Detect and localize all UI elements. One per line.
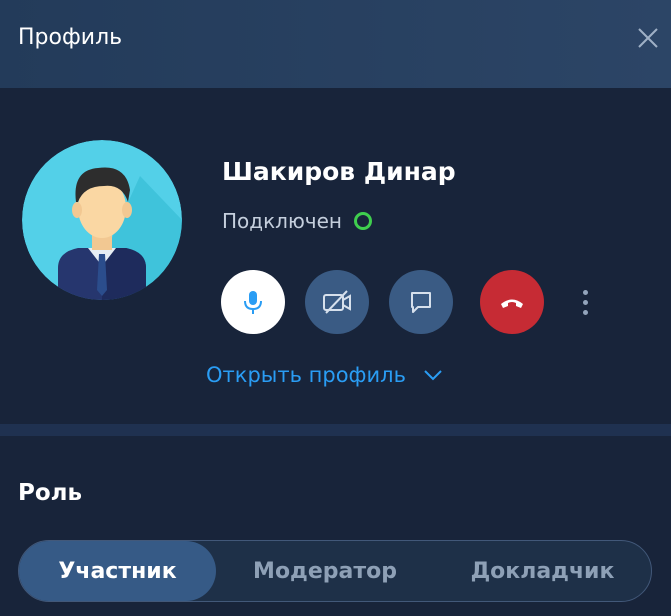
panel-title: Профиль [18, 25, 123, 50]
open-profile-link[interactable]: Открыть профиль [206, 360, 444, 390]
chat-button[interactable] [389, 270, 453, 334]
camera-button[interactable] [305, 270, 369, 334]
role-title: Роль [18, 480, 83, 506]
panel-header: Профиль [0, 0, 671, 88]
role-selector: Участник Модератор Докладчик [18, 540, 652, 602]
chevron-down-icon [424, 370, 442, 381]
user-name: Шакиров Динар [222, 157, 456, 186]
avatar [22, 140, 182, 300]
role-option-participant[interactable]: Участник [19, 541, 216, 601]
microphone-icon [244, 291, 262, 314]
role-option-speaker[interactable]: Докладчик [434, 541, 651, 601]
hangup-button[interactable] [480, 270, 544, 334]
phone-hangup-icon [501, 299, 523, 308]
chat-icon [411, 292, 431, 313]
connection-status: Подключен [222, 209, 342, 233]
profile-panel: Профиль Шакиров Динар Подключен Открыть … [0, 0, 671, 616]
user-avatar-icon [22, 140, 182, 300]
role-option-moderator[interactable]: Модератор [216, 541, 434, 601]
microphone-button[interactable] [221, 270, 285, 334]
status-row: Подключен [222, 206, 372, 236]
status-online-icon [354, 212, 372, 230]
role-section: Роль Участник Модератор Докладчик [0, 436, 671, 616]
open-profile-label: Открыть профиль [206, 363, 406, 387]
more-options-button[interactable] [575, 282, 595, 322]
profile-section: Шакиров Динар Подключен Открыть профиль [0, 88, 671, 424]
more-vertical-icon [582, 289, 588, 295]
close-button[interactable] [630, 20, 666, 56]
section-divider [0, 424, 671, 436]
close-icon [638, 28, 658, 48]
camera-off-icon [323, 290, 351, 314]
